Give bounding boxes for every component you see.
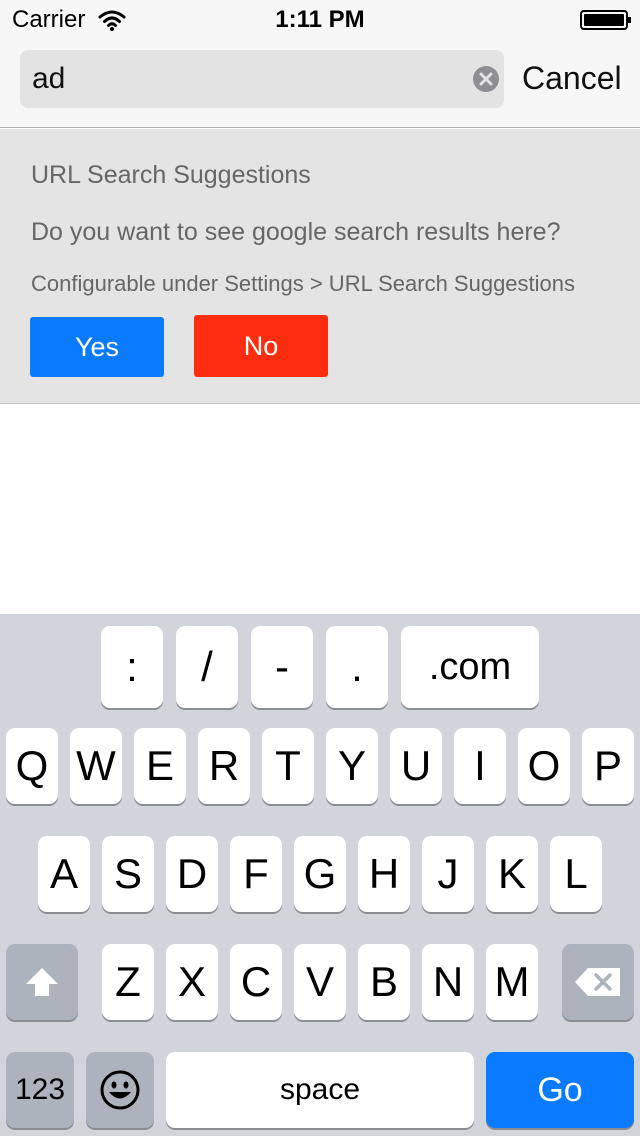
key-label: G bbox=[303, 850, 337, 897]
key-label: M bbox=[494, 958, 530, 1005]
key-label: H bbox=[368, 850, 400, 897]
key-colon[interactable]: : bbox=[101, 626, 163, 708]
key-label: Go bbox=[537, 1070, 583, 1109]
key-label: D bbox=[176, 850, 208, 897]
key-label: .com bbox=[428, 645, 512, 688]
key-n[interactable]: N bbox=[422, 944, 474, 1020]
key-z[interactable]: Z bbox=[102, 944, 154, 1020]
numbers-key[interactable]: 123 bbox=[6, 1052, 74, 1128]
key-g[interactable]: G bbox=[294, 836, 346, 912]
key-label: Q bbox=[15, 742, 49, 789]
key-label: J bbox=[437, 850, 459, 897]
status-bar: Carrier 1:11 PM bbox=[0, 0, 640, 40]
suggestions-question: Do you want to see google search results… bbox=[31, 218, 561, 246]
search-bar: ad Cancel bbox=[0, 40, 640, 128]
go-key[interactable]: Go bbox=[486, 1052, 634, 1128]
key-label: Z bbox=[115, 958, 141, 1005]
no-button[interactable]: No bbox=[194, 315, 328, 377]
key-label: Y bbox=[337, 742, 366, 789]
key-e[interactable]: E bbox=[134, 728, 186, 804]
key-p[interactable]: P bbox=[582, 728, 634, 804]
key-t[interactable]: T bbox=[262, 728, 314, 804]
key-label: N bbox=[432, 958, 464, 1005]
search-input-value[interactable]: ad bbox=[32, 62, 65, 96]
key-s[interactable]: S bbox=[102, 836, 154, 912]
key-label: . bbox=[351, 643, 363, 690]
key-hyphen[interactable]: - bbox=[251, 626, 313, 708]
key-j[interactable]: J bbox=[422, 836, 474, 912]
key-i[interactable]: I bbox=[454, 728, 506, 804]
suggestions-title: URL Search Suggestions bbox=[31, 161, 311, 189]
key-label: I bbox=[474, 742, 486, 789]
key-r[interactable]: R bbox=[198, 728, 250, 804]
key-c[interactable]: C bbox=[230, 944, 282, 1020]
key-label: space bbox=[279, 1073, 361, 1106]
emoji-icon bbox=[100, 1070, 140, 1110]
key-label: T bbox=[275, 742, 301, 789]
key-label: - bbox=[275, 643, 289, 690]
key-w[interactable]: W bbox=[70, 728, 122, 804]
key-label: B bbox=[369, 958, 398, 1005]
emoji-key[interactable] bbox=[86, 1052, 154, 1128]
key-label: F bbox=[243, 850, 269, 897]
key-u[interactable]: U bbox=[390, 728, 442, 804]
key-label: V bbox=[305, 958, 334, 1005]
key-label: : bbox=[126, 643, 138, 690]
space-key[interactable]: space bbox=[166, 1052, 474, 1128]
key-k[interactable]: K bbox=[486, 836, 538, 912]
key-label: W bbox=[76, 742, 116, 789]
keyboard: : / - . .com Q W E R T Y U I O P A S D F… bbox=[0, 614, 640, 1136]
key-label: K bbox=[497, 850, 526, 897]
yes-button[interactable]: Yes bbox=[30, 317, 164, 377]
shift-icon bbox=[26, 968, 58, 996]
key-label: E bbox=[145, 742, 174, 789]
key-h[interactable]: H bbox=[358, 836, 410, 912]
key-q[interactable]: Q bbox=[6, 728, 58, 804]
key-label: C bbox=[240, 958, 272, 1005]
key-l[interactable]: L bbox=[550, 836, 602, 912]
key-dotcom[interactable]: .com bbox=[401, 626, 539, 708]
backspace-icon bbox=[575, 968, 620, 996]
clock: 1:11 PM bbox=[275, 6, 365, 33]
key-a[interactable]: A bbox=[38, 836, 90, 912]
cancel-button[interactable]: Cancel bbox=[522, 60, 622, 97]
key-d[interactable]: D bbox=[166, 836, 218, 912]
key-label: / bbox=[201, 643, 213, 690]
key-label: S bbox=[113, 850, 142, 897]
key-label: R bbox=[208, 742, 240, 789]
battery-icon bbox=[580, 10, 631, 30]
key-label: 123 bbox=[14, 1073, 66, 1106]
key-y[interactable]: Y bbox=[326, 728, 378, 804]
key-f[interactable]: F bbox=[230, 836, 282, 912]
key-label: L bbox=[564, 850, 588, 897]
suggestions-config-note: Configurable under Settings > URL Search… bbox=[31, 271, 576, 296]
key-label: O bbox=[527, 742, 561, 789]
key-v[interactable]: V bbox=[294, 944, 346, 1020]
key-label: P bbox=[593, 742, 622, 789]
key-slash[interactable]: / bbox=[176, 626, 238, 708]
clear-icon[interactable] bbox=[472, 65, 500, 93]
key-label: U bbox=[400, 742, 432, 789]
key-label: X bbox=[177, 958, 206, 1005]
key-b[interactable]: B bbox=[358, 944, 410, 1020]
key-period[interactable]: . bbox=[326, 626, 388, 708]
key-o[interactable]: O bbox=[518, 728, 570, 804]
delete-key[interactable] bbox=[562, 944, 634, 1020]
url-suggestions-panel: URL Search Suggestions Do you want to se… bbox=[0, 129, 640, 404]
key-m[interactable]: M bbox=[486, 944, 538, 1020]
key-label: A bbox=[49, 850, 78, 897]
key-x[interactable]: X bbox=[166, 944, 218, 1020]
shift-key[interactable] bbox=[6, 944, 78, 1020]
search-input[interactable]: ad bbox=[20, 50, 504, 108]
